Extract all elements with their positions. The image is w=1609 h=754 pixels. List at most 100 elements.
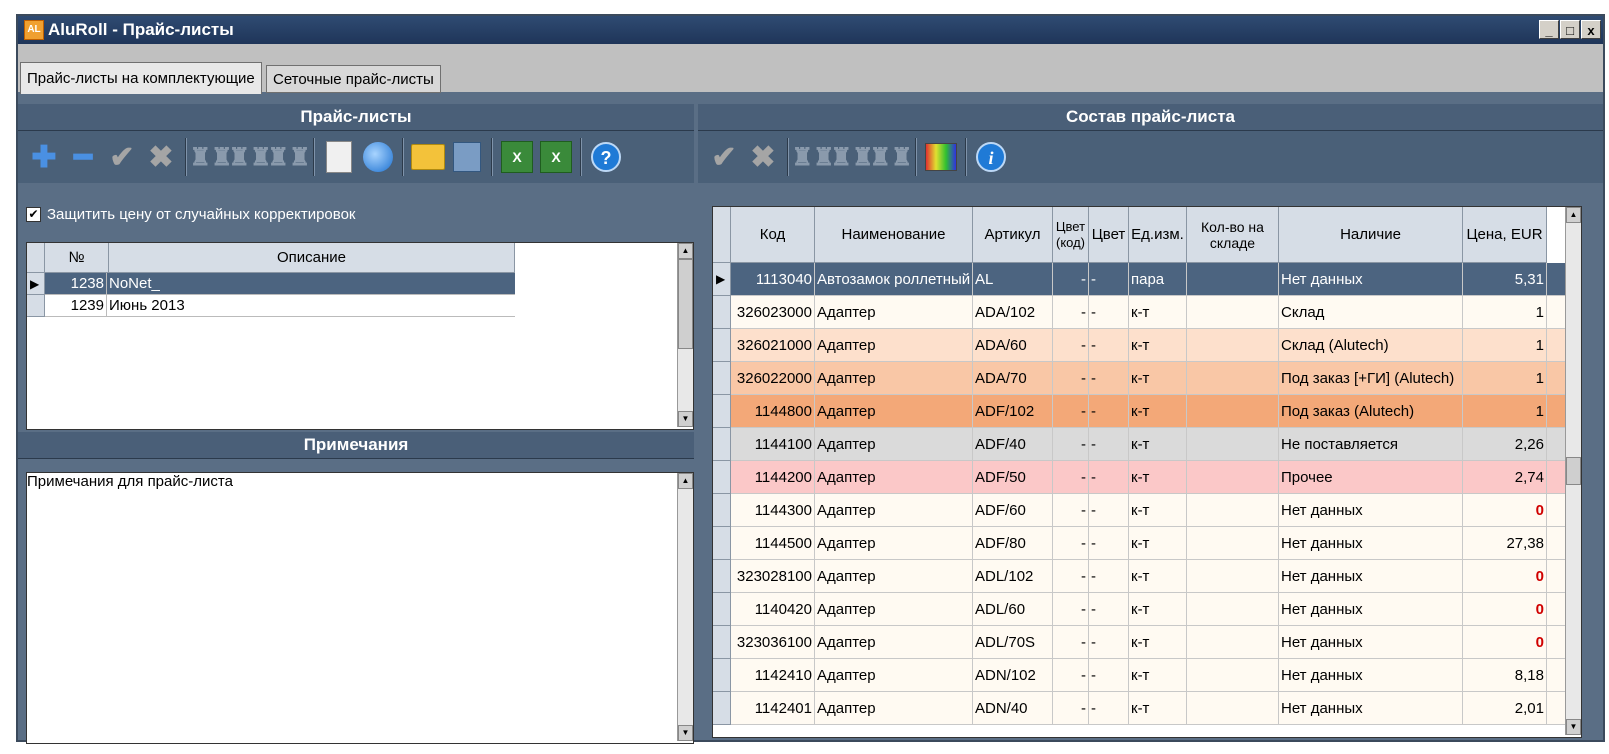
binoculars-icon[interactable]: ♜♜ — [189, 137, 232, 177]
info-icon[interactable]: i — [973, 137, 1009, 177]
scroll-thumb[interactable] — [1566, 457, 1581, 485]
copy-icon[interactable] — [321, 137, 357, 177]
row-indicator — [713, 296, 731, 329]
column-header-stock-qty[interactable]: Кол-во на складе — [1187, 207, 1279, 263]
cell-code: 326022000 — [731, 362, 815, 395]
current-row-arrow-icon: ▶ — [716, 272, 726, 286]
table-row[interactable]: 1113040 Автозамок роллетный AL - - пара Нет да… — [731, 263, 1581, 296]
cell-color: - — [1089, 626, 1129, 659]
cell-name: Адаптер — [815, 296, 973, 329]
contents-scrollbar[interactable]: ▲ ▼ — [1565, 207, 1581, 735]
binoculars-icon[interactable]: ♜♜ — [791, 137, 834, 177]
table-row[interactable]: 1142410 Адаптер ADN/102- - к-т Нет данных 8,18 — [731, 659, 1581, 692]
add-icon[interactable]: ✚ — [26, 137, 62, 177]
cell-unit: к-т — [1129, 329, 1187, 362]
cell-unit: к-т — [1129, 362, 1187, 395]
notes-textarea[interactable]: Примечания для прайс-листа ▲ ▼ — [26, 472, 694, 744]
cell-color: - — [1089, 692, 1129, 725]
table-row[interactable]: 326023000 Адаптер ADA/102- - к-т Склад 1 — [731, 296, 1581, 329]
column-header-article[interactable]: Артикул — [973, 207, 1053, 263]
column-header-price[interactable]: Цена, EUR — [1463, 207, 1547, 263]
table-row[interactable]: 1239 Июнь 2013 — [45, 295, 515, 317]
excel-export-icon[interactable]: X — [538, 137, 574, 177]
minimize-button[interactable]: _ — [1539, 20, 1559, 39]
table-row[interactable]: 323036100 Адаптер ADL/70S - - к-т Нет данных 0 — [731, 626, 1581, 659]
column-header-color[interactable]: Цвет — [1089, 207, 1129, 263]
cell-price: 2,26 — [1463, 428, 1547, 461]
app-logo-icon: AL — [24, 20, 44, 40]
column-header-name[interactable]: Наименование — [815, 207, 973, 263]
column-header-color-code[interactable]: Цвет (код) — [1053, 207, 1089, 263]
palette-icon[interactable] — [923, 137, 959, 177]
row-indicator — [713, 395, 731, 428]
save-icon[interactable] — [449, 137, 485, 177]
table-row[interactable]: 326022000 Адаптер ADA/70- - к-т Под заказ [+Г… — [731, 362, 1581, 395]
table-row[interactable]: 1238 NoNet_ — [45, 273, 515, 295]
cell-color-code: - — [1053, 263, 1089, 296]
toolbar-separator — [402, 138, 404, 176]
table-row[interactable]: 1144300 Адаптер ADF/60- - к-т Нет данных 0 — [731, 494, 1581, 527]
binoculars-next-icon[interactable]: ♜♜ — [830, 137, 873, 177]
maximize-button[interactable]: □ — [1560, 20, 1580, 39]
cell-availability: Нет данных — [1279, 527, 1463, 560]
cell-price: 0 — [1463, 494, 1547, 527]
cell-color: - — [1089, 527, 1129, 560]
title-bar: AL AluRoll - Прайс-листы _ □ x — [18, 16, 1603, 44]
binoculars-prev-icon[interactable]: ♜♜ — [869, 137, 912, 177]
row-description: Июнь 2013 — [109, 297, 185, 314]
table-row[interactable]: 1144100 Адаптер ADF/40- - к-т Не поставляется… — [731, 428, 1581, 461]
scroll-up-icon[interactable]: ▲ — [678, 473, 693, 489]
row-indicator — [713, 428, 731, 461]
scroll-up-icon[interactable]: ▲ — [678, 243, 693, 259]
table-row[interactable]: 1144800 Адаптер ADF/102- - к-т Под заказ (Alu… — [731, 395, 1581, 428]
binoculars-next-icon[interactable]: ♜♜ — [228, 137, 271, 177]
cell-code: 1144200 — [731, 461, 815, 494]
cross-icon[interactable]: ✖ — [143, 137, 179, 177]
notes-header: Примечания — [18, 432, 694, 459]
cell-article: ADL/60 — [973, 593, 1053, 626]
check-icon[interactable]: ✔ — [706, 137, 742, 177]
help-icon[interactable]: ? — [588, 137, 624, 177]
notes-scrollbar[interactable]: ▲ ▼ — [677, 473, 693, 741]
column-header-availability[interactable]: Наличие — [1279, 207, 1463, 263]
close-button[interactable]: x — [1581, 20, 1601, 39]
scroll-thumb[interactable] — [678, 259, 693, 349]
tab-mesh-pricelists[interactable]: Сеточные прайс-листы — [266, 65, 441, 93]
cell-price: 0 — [1463, 626, 1547, 659]
pricelists-scrollbar[interactable]: ▲ ▼ — [677, 243, 693, 427]
cell-stock-qty — [1187, 362, 1279, 395]
table-row[interactable]: 326021000 Адаптер ADA/60- - к-т Склад (Alutec… — [731, 329, 1581, 362]
scroll-up-icon[interactable]: ▲ — [1566, 207, 1581, 223]
scroll-down-icon[interactable]: ▼ — [678, 725, 693, 741]
folder-open-icon[interactable] — [410, 137, 446, 177]
scroll-down-icon[interactable]: ▼ — [678, 411, 693, 427]
check-icon[interactable]: ✔ — [104, 137, 140, 177]
cell-article: ADL/102 — [973, 560, 1053, 593]
cell-price: 2,74 — [1463, 461, 1547, 494]
tab-components-pricelists[interactable]: Прайс-листы на комплектующие — [20, 62, 262, 94]
excel-import-icon[interactable]: X — [499, 137, 535, 177]
cell-color-code: - — [1053, 527, 1089, 560]
cell-stock-qty — [1187, 593, 1279, 626]
protect-price-checkbox[interactable]: ✔ — [26, 207, 41, 222]
table-row[interactable]: 323028100 Адаптер ADL/102- - к-т Нет данных 0 — [731, 560, 1581, 593]
scroll-down-icon[interactable]: ▼ — [1566, 719, 1581, 735]
table-row[interactable]: 1142401 Адаптер ADN/40- - к-т Нет данных 2,01 — [731, 692, 1581, 725]
cell-code: 1113040 — [731, 263, 815, 296]
pricelists-grid: № Описание ▶ 1238 NoNet_ 1239 Июнь 2013 … — [26, 242, 694, 430]
remove-icon[interactable]: ━ — [65, 137, 101, 177]
cross-icon[interactable]: ✖ — [745, 137, 781, 177]
column-header-number[interactable]: № — [45, 243, 109, 273]
column-header-description[interactable]: Описание — [109, 243, 515, 273]
table-row[interactable]: 1144200 Адаптер ADF/50- - к-т Прочее 2,74 — [731, 461, 1581, 494]
table-row[interactable]: 1144500 Адаптер ADF/80- - к-т Нет данных 27,38 — [731, 527, 1581, 560]
binoculars-prev-icon[interactable]: ♜♜ — [267, 137, 310, 177]
table-row[interactable]: 1140420 Адаптер ADL/60- - к-т Нет данных 0 — [731, 593, 1581, 626]
column-header-code[interactable]: Код — [731, 207, 815, 263]
protect-price-checkbox-row[interactable]: ✔ Защитить цену от случайных корректиров… — [26, 206, 355, 223]
cell-availability: Нет данных — [1279, 560, 1463, 593]
cell-color: - — [1089, 296, 1129, 329]
circle-icon[interactable] — [360, 137, 396, 177]
column-header-unit[interactable]: Ед.изм. — [1129, 207, 1187, 263]
cell-unit: к-т — [1129, 560, 1187, 593]
